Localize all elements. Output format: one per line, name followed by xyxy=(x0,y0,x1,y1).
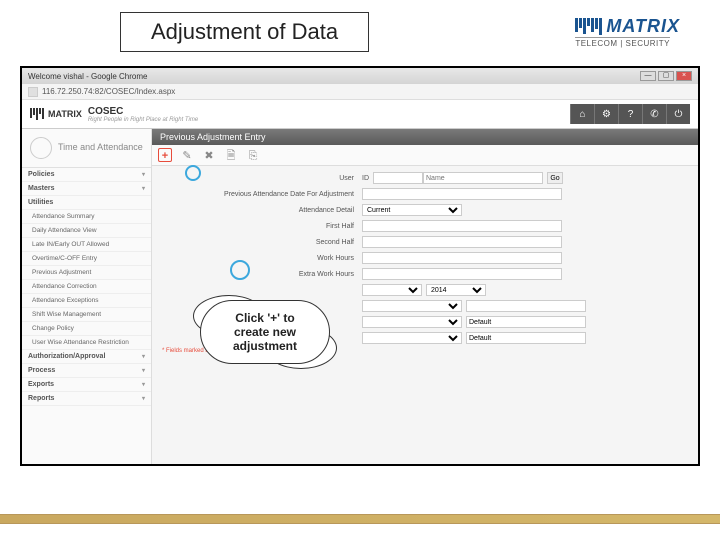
opt1-input[interactable] xyxy=(466,300,586,312)
nav-user-restriction[interactable]: User Wise Attendance Restriction xyxy=(22,336,151,350)
nav-masters[interactable]: Masters▾ xyxy=(22,182,151,196)
copy-button[interactable]: ⎘ xyxy=(246,148,260,162)
nav-late-early[interactable]: Late IN/Early OUT Allowed xyxy=(22,238,151,252)
first-half-input[interactable] xyxy=(362,220,562,232)
opt3-value[interactable] xyxy=(466,332,586,344)
opt1-select[interactable] xyxy=(362,300,462,312)
prev-date-input[interactable] xyxy=(362,188,562,200)
highlight-circle-secondary xyxy=(230,260,250,280)
clock-icon xyxy=(30,137,52,159)
nav-process[interactable]: Process▾ xyxy=(22,364,151,378)
logo-brand: MATRIX xyxy=(606,16,680,37)
nav-att-exceptions[interactable]: Attendance Exceptions xyxy=(22,294,151,308)
matrix-logo: MATRIX TELECOM | SECURITY xyxy=(575,16,680,48)
url-text: 116.72.250.74:82/COSEC/Index.aspx xyxy=(42,87,175,96)
close-button[interactable]: × xyxy=(676,71,692,81)
callout-line3: adjustment xyxy=(233,339,297,353)
nav-shift-mgmt[interactable]: Shift Wise Management xyxy=(22,308,151,322)
add-button[interactable]: + xyxy=(158,148,172,162)
nav-exports[interactable]: Exports▾ xyxy=(22,378,151,392)
user-name-input[interactable] xyxy=(423,172,543,184)
module-label: Time and Attendance xyxy=(58,143,143,153)
nav-change-policy[interactable]: Change Policy xyxy=(22,322,151,336)
page-icon xyxy=(28,87,38,97)
help-icon[interactable]: ? xyxy=(618,104,642,124)
highlight-circle-plus xyxy=(185,165,201,181)
chevron-down-icon: ▾ xyxy=(142,395,145,402)
year-select[interactable]: 2014 xyxy=(426,284,486,296)
att-detail-label: Attendance Detail xyxy=(162,207,362,214)
extra-work-label: Extra Work Hours xyxy=(162,271,362,278)
opt3-select[interactable] xyxy=(362,332,462,344)
save-button[interactable]: 🗎 xyxy=(224,148,238,162)
callout-bubble: Click '+' to create new adjustment xyxy=(200,300,330,364)
user-id-label: ID xyxy=(362,175,369,182)
logo-subtitle: TELECOM | SECURITY xyxy=(575,37,670,48)
month-select[interactable] xyxy=(362,284,422,296)
phone-icon[interactable]: ✆ xyxy=(642,104,666,124)
first-half-label: First Half xyxy=(162,223,362,230)
opt2-value[interactable] xyxy=(466,316,586,328)
slide-header: Adjustment of Data MATRIX TELECOM | SECU… xyxy=(0,0,720,60)
callout-line1: Click '+' to xyxy=(235,311,294,325)
nav-auth[interactable]: Authorization/Approval▾ xyxy=(22,350,151,364)
app-tagline: Right People in Right Place at Right Tim… xyxy=(88,117,198,123)
minimize-button[interactable]: — xyxy=(640,71,656,81)
content-title: Previous Adjustment Entry xyxy=(152,129,698,145)
callout-line2: create new xyxy=(234,325,296,339)
gear-icon[interactable]: ⚙ xyxy=(594,104,618,124)
slide-title: Adjustment of Data xyxy=(120,12,369,52)
nav-att-summary[interactable]: Attendance Summary xyxy=(22,210,151,224)
prev-date-label: Previous Attendance Date For Adjustment xyxy=(162,191,362,198)
chevron-down-icon: ▾ xyxy=(142,381,145,388)
app-product: COSEC xyxy=(88,106,198,117)
browser-titlebar: Welcome vishal - Google Chrome — ▢ × xyxy=(22,68,698,84)
chevron-down-icon: ▾ xyxy=(142,185,145,192)
go-button[interactable]: Go xyxy=(547,172,563,184)
nav-reports[interactable]: Reports▾ xyxy=(22,392,151,406)
edit-button[interactable]: ✎ xyxy=(180,148,194,162)
nav-policies[interactable]: Policies▾ xyxy=(22,168,151,182)
nav-att-correction[interactable]: Attendance Correction xyxy=(22,280,151,294)
maximize-button[interactable]: ▢ xyxy=(658,71,674,81)
power-icon[interactable]: ⏻ xyxy=(666,104,690,124)
nav-utilities[interactable]: Utilities xyxy=(22,196,151,210)
chevron-down-icon: ▾ xyxy=(142,353,145,360)
extra-work-input[interactable] xyxy=(362,268,562,280)
sidebar: Time and Attendance Policies▾ Masters▾ U… xyxy=(22,129,152,465)
work-hours-input[interactable] xyxy=(362,252,562,264)
browser-title: Welcome vishal - Google Chrome xyxy=(28,72,147,81)
browser-window: Welcome vishal - Google Chrome — ▢ × 116… xyxy=(20,66,700,466)
slide-footer-bar xyxy=(0,514,720,524)
att-detail-select[interactable]: Current xyxy=(362,204,462,216)
user-id-input[interactable] xyxy=(373,172,423,184)
chevron-down-icon: ▾ xyxy=(142,367,145,374)
nav-prev-adjustment[interactable]: Previous Adjustment xyxy=(22,266,151,280)
module-time-attendance[interactable]: Time and Attendance xyxy=(22,129,151,168)
nav-overtime[interactable]: Overtime/C-OFF Entry xyxy=(22,252,151,266)
nav-daily-view[interactable]: Daily Attendance View xyxy=(22,224,151,238)
address-bar[interactable]: 116.72.250.74:82/COSEC/Index.aspx xyxy=(22,84,698,100)
app-brand: MATRIX xyxy=(48,109,82,119)
app-header: MATRIX COSEC Right People in Right Place… xyxy=(22,100,698,129)
home-icon[interactable]: ⌂ xyxy=(570,104,594,124)
toolbar: + ✎ ✖ 🗎 ⎘ xyxy=(152,145,698,166)
opt2-select[interactable] xyxy=(362,316,462,328)
second-half-label: Second Half xyxy=(162,239,362,246)
chevron-down-icon: ▾ xyxy=(142,171,145,178)
second-half-input[interactable] xyxy=(362,236,562,248)
work-hours-label: Work Hours xyxy=(162,255,362,262)
delete-button[interactable]: ✖ xyxy=(202,148,216,162)
